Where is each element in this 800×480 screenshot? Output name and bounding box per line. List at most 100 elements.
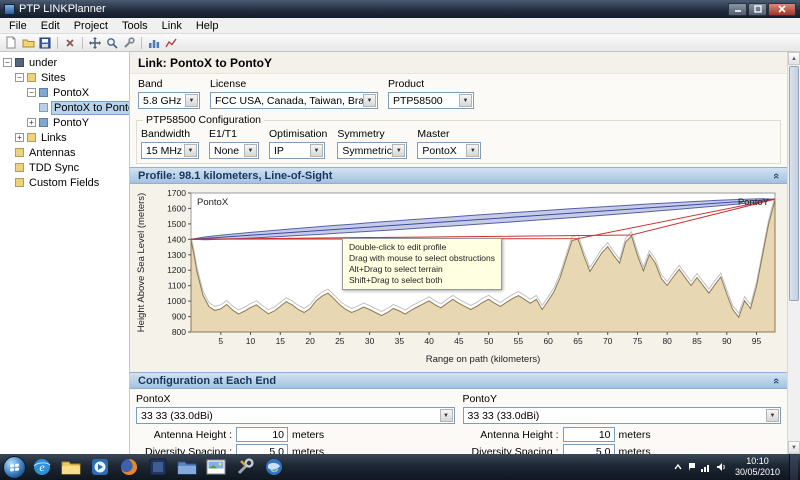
antenna-select-pontoy[interactable]: 33 33 (33.0dBi) ▼ <box>463 407 782 424</box>
diversity-spacing-input[interactable] <box>563 444 615 454</box>
media-player-icon[interactable] <box>87 455 113 479</box>
chevron-down-icon[interactable]: ▼ <box>310 144 323 157</box>
svg-text:70: 70 <box>603 336 613 346</box>
tree-item-label[interactable]: under <box>27 57 59 69</box>
chevron-down-icon[interactable]: ▼ <box>392 144 405 157</box>
menu-item-help[interactable]: Help <box>189 19 226 33</box>
chevron-down-icon[interactable]: ▼ <box>244 144 257 157</box>
show-desktop-button[interactable] <box>789 454 798 480</box>
linkplanner-icon[interactable] <box>232 455 258 479</box>
scrollbar-thumb[interactable] <box>789 66 799 301</box>
firefox-icon[interactable] <box>116 455 142 479</box>
band-select[interactable]: 5.8 GHz ▼ <box>138 92 200 109</box>
antenna-value: 33 33 (33.0dBi) <box>141 410 213 422</box>
tree-item-pontoy[interactable]: + PontoY <box>0 115 129 130</box>
bandwidth-select[interactable]: 15 MHz ▼ <box>141 142 199 159</box>
scroll-down-button[interactable]: ▼ <box>788 441 800 454</box>
antenna-height-input[interactable] <box>236 427 288 442</box>
svg-text:800: 800 <box>172 327 186 337</box>
tree-item-under[interactable]: − under <box>0 55 129 70</box>
collapse-section-icon[interactable]: « <box>770 172 782 178</box>
tree-item-label[interactable]: TDD Sync <box>27 162 81 174</box>
tree-item-label[interactable]: PontoY <box>51 117 91 129</box>
menu-item-file[interactable]: File <box>2 19 34 33</box>
clock[interactable]: 10:10 30/05/2010 <box>731 456 784 478</box>
scroll-up-button[interactable]: ▲ <box>788 52 800 65</box>
chevron-down-icon[interactable]: ▼ <box>459 94 472 107</box>
svg-text:95: 95 <box>752 336 762 346</box>
chevron-down-icon[interactable]: ▼ <box>466 144 479 157</box>
optimisation-select[interactable]: IP ▼ <box>269 142 325 159</box>
maximize-icon <box>754 5 762 13</box>
collapse-icon[interactable]: − <box>3 58 12 67</box>
vertical-scrollbar[interactable]: ▲ ▼ <box>787 52 800 454</box>
performance-icon[interactable] <box>164 36 178 50</box>
pan-icon[interactable] <box>88 36 102 50</box>
tree-item-label[interactable]: Sites <box>39 72 67 84</box>
profile-section-header[interactable]: Profile: 98.1 kilometers, Line-of-Sight … <box>130 167 787 184</box>
tree-item-tdd-sync[interactable]: TDD Sync <box>0 160 129 175</box>
action-center-icon[interactable] <box>687 462 696 472</box>
tree-item-antennas[interactable]: Antennas <box>0 145 129 160</box>
master-label: Master <box>417 128 481 140</box>
symmetry-select[interactable]: Symmetric ▼ <box>337 142 407 159</box>
app-icon[interactable] <box>145 455 171 479</box>
collapse-section-icon[interactable]: « <box>770 377 782 383</box>
image-viewer-icon[interactable] <box>203 455 229 479</box>
close-button[interactable] <box>768 3 796 16</box>
open-project-icon[interactable] <box>21 36 35 50</box>
expand-icon[interactable]: + <box>27 118 36 127</box>
start-button[interactable] <box>3 456 26 479</box>
menu-item-edit[interactable]: Edit <box>34 19 67 33</box>
tree-item-label[interactable]: PontoX to PontoY <box>51 101 130 115</box>
collapse-icon[interactable]: − <box>15 73 24 82</box>
license-select[interactable]: FCC USA, Canada, Taiwan, Brazil ▼ <box>210 92 378 109</box>
menu-item-link[interactable]: Link <box>155 19 189 33</box>
menu-item-tools[interactable]: Tools <box>115 19 155 33</box>
hidden-icons-button[interactable] <box>674 463 682 471</box>
chevron-down-icon[interactable]: ▼ <box>440 409 453 422</box>
maximize-button[interactable] <box>748 3 767 16</box>
menu-item-project[interactable]: Project <box>67 19 115 33</box>
tree-item-label[interactable]: PontoX <box>51 87 91 99</box>
ie-icon[interactable]: e <box>29 455 55 479</box>
each-end-section-header[interactable]: Configuration at Each End « <box>130 372 787 389</box>
e1t1-select[interactable]: None ▼ <box>209 142 259 159</box>
antenna-height-input[interactable] <box>563 427 615 442</box>
chevron-down-icon[interactable]: ▼ <box>363 94 376 107</box>
tree-item-sites[interactable]: − Sites <box>0 70 129 85</box>
svg-text:1000: 1000 <box>167 296 186 306</box>
minimize-button[interactable] <box>728 3 747 16</box>
volume-icon[interactable] <box>716 462 726 472</box>
tree-item-label[interactable]: Custom Fields <box>27 177 101 189</box>
product-select[interactable]: PTP58500 ▼ <box>388 92 474 109</box>
antenna-value: 33 33 (33.0dBi) <box>468 410 540 422</box>
delete-icon[interactable] <box>63 36 77 50</box>
svg-text:Range on path (kilometers): Range on path (kilometers) <box>426 354 541 365</box>
master-select[interactable]: PontoX ▼ <box>417 142 481 159</box>
tree-item-pontox[interactable]: − PontoX <box>0 85 129 100</box>
collapse-icon[interactable]: − <box>27 88 36 97</box>
new-file-icon[interactable] <box>4 36 18 50</box>
profile-chart[interactable]: 5101520253035404550556065707580859095800… <box>130 184 787 372</box>
taskbar-apps: e <box>29 455 287 479</box>
tree-item-pontox-to-pontoy[interactable]: PontoX to PontoY <box>0 100 129 115</box>
expand-icon[interactable]: + <box>15 133 24 142</box>
chevron-down-icon[interactable]: ▼ <box>766 409 779 422</box>
antenna-select-pontox[interactable]: 33 33 (33.0dBi) ▼ <box>136 407 455 424</box>
chevron-down-icon[interactable]: ▼ <box>185 94 198 107</box>
save-icon[interactable] <box>38 36 52 50</box>
zoom-icon[interactable] <box>105 36 119 50</box>
network-icon[interactable] <box>701 463 711 472</box>
explorer-icon[interactable] <box>58 455 84 479</box>
chevron-down-icon[interactable]: ▼ <box>184 144 197 157</box>
tree-item-label[interactable]: Antennas <box>27 147 77 159</box>
tree-item-custom-fields[interactable]: Custom Fields <box>0 175 129 190</box>
tree-item-links[interactable]: + Links <box>0 130 129 145</box>
report-icon[interactable] <box>147 36 161 50</box>
documents-icon[interactable] <box>174 455 200 479</box>
google-earth-icon[interactable] <box>261 455 287 479</box>
diversity-spacing-input[interactable] <box>236 444 288 454</box>
preferences-icon[interactable] <box>122 36 136 50</box>
tree-item-label[interactable]: Links <box>39 132 69 144</box>
